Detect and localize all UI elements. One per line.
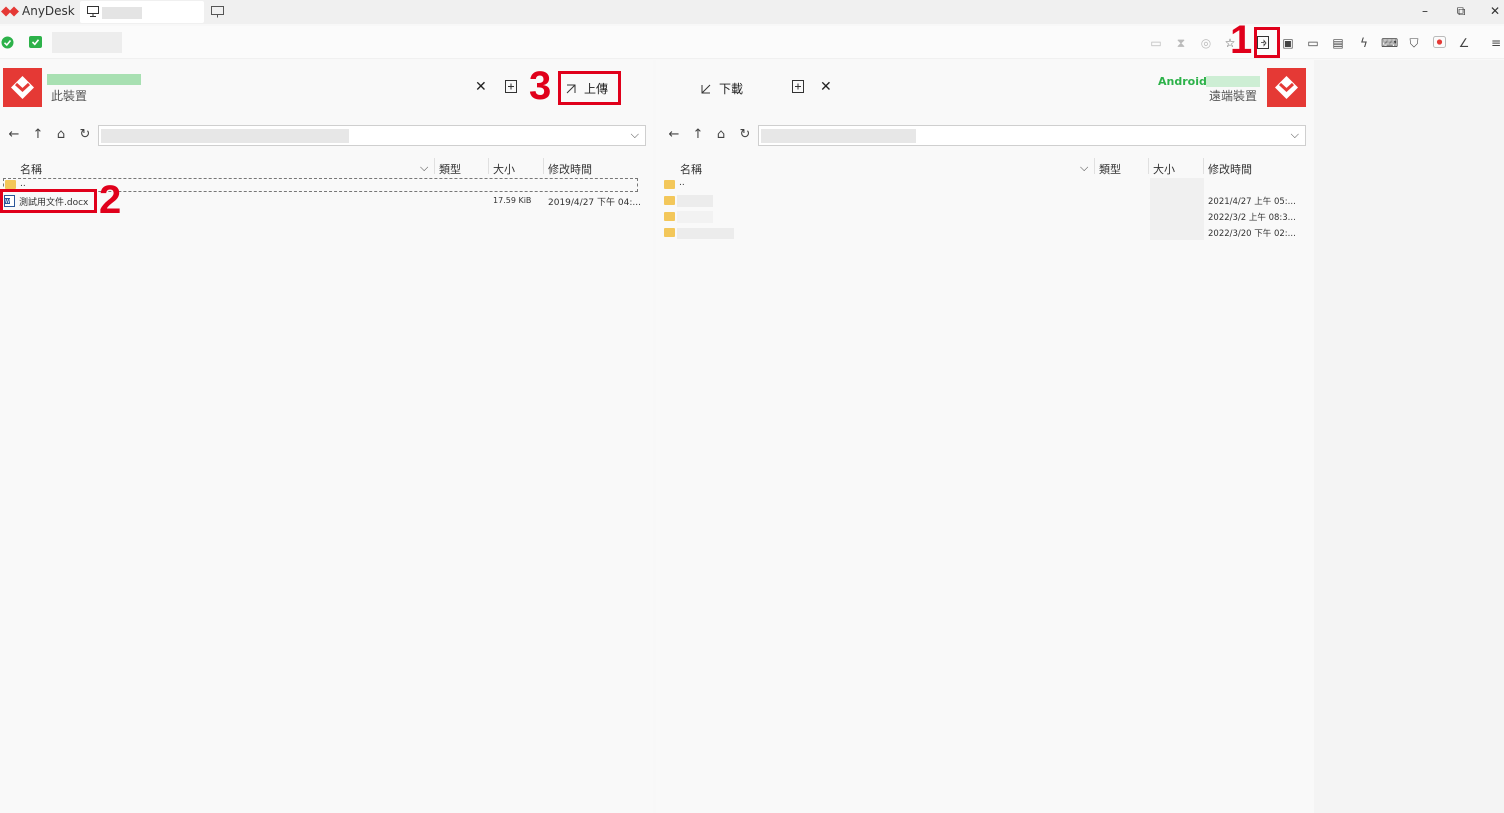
home-icon[interactable]: ⌂: [54, 127, 68, 142]
file-modified: 2019/4/27 下午 04:...: [548, 198, 641, 208]
folder-modified: 2022/3/20 下午 02:...: [1208, 229, 1296, 239]
whiteboard-pen-icon[interactable]: ∠: [1457, 36, 1471, 50]
restore-button[interactable]: ⧉: [1451, 4, 1471, 19]
folder-icon: [664, 196, 675, 205]
annotation-box-2: [0, 189, 97, 213]
chevron-down-icon[interactable]: ⌵: [631, 128, 639, 142]
folder-modified: 2021/4/27 上午 05:...: [1208, 197, 1296, 207]
session-tab[interactable]: [80, 1, 204, 23]
new-tab-icon[interactable]: [211, 6, 224, 18]
folder-icon: [664, 228, 675, 237]
column-divider[interactable]: [434, 158, 435, 174]
anydesk-download-icon: [11, 76, 34, 99]
keyboard-icon[interactable]: ⌨: [1381, 36, 1398, 50]
folder-name-redacted: [677, 228, 734, 239]
remote-col-type[interactable]: 類型: [1099, 161, 1121, 177]
remote-folder-row[interactable]: 2021/4/27 上午 05:...: [662, 194, 1302, 208]
close-window-button[interactable]: ✕: [1485, 4, 1504, 18]
local-device-name-redacted: [47, 74, 141, 85]
local-col-type[interactable]: 類型: [439, 161, 461, 177]
refresh-icon[interactable]: ↻: [78, 127, 92, 142]
remote-screen-icon[interactable]: ▭: [1149, 36, 1163, 50]
local-col-modified[interactable]: 修改時間: [548, 161, 592, 177]
local-close-button[interactable]: ✕: [475, 79, 487, 95]
remote-back-icon[interactable]: ←: [667, 127, 681, 142]
remote-device-label: 遠端裝置: [1209, 89, 1258, 103]
remote-up-icon[interactable]: ↑: [691, 127, 705, 142]
screen-info-icon[interactable]: ▣: [1281, 36, 1295, 50]
up-icon[interactable]: ↑: [31, 127, 45, 142]
remote-refresh-icon[interactable]: ↻: [738, 127, 752, 142]
remote-col-size[interactable]: 大小: [1153, 161, 1175, 177]
remote-path-redacted: [761, 129, 916, 143]
remote-id-redacted: [52, 32, 122, 53]
local-path-input[interactable]: ⌵: [98, 125, 646, 146]
anydesk-window: AnyDesk – ⧉ ✕ ▭ ⧗ ◎ ☆ ▣ ▭ ▤ ϟ ⌨ ⛉ ∠ ≡ 1: [0, 0, 1504, 813]
parent-dir-label: ..: [20, 179, 26, 189]
column-divider[interactable]: [543, 158, 544, 174]
local-sort-chevron-icon[interactable]: ⌵: [420, 161, 428, 175]
remote-folder-row[interactable]: 2022/3/20 下午 02:...: [662, 226, 1302, 240]
chat-icon[interactable]: ▤: [1331, 36, 1345, 50]
column-divider[interactable]: [1203, 158, 1204, 174]
remote-col-name[interactable]: 名稱: [680, 161, 702, 177]
remote-sort-chevron-icon[interactable]: ⌵: [1080, 161, 1088, 175]
parent-dir-label: ..: [679, 178, 685, 188]
column-divider[interactable]: [488, 158, 489, 174]
app-name: AnyDesk: [22, 4, 75, 18]
folder-name-redacted: [677, 211, 713, 223]
local-device-label: 此裝置: [51, 89, 88, 103]
anydesk-logo-icon: [1, 6, 19, 17]
folder-icon: [5, 180, 16, 189]
verified-icon: [29, 36, 42, 48]
local-device-logo: [3, 68, 42, 107]
title-bar: AnyDesk – ⧉ ✕: [0, 0, 1504, 24]
record-icon[interactable]: [1432, 36, 1446, 50]
remote-close-button[interactable]: ✕: [820, 79, 832, 95]
folder-icon: [664, 212, 675, 221]
database-icon[interactable]: ◎: [1199, 36, 1213, 50]
download-arrow-icon: [701, 84, 711, 94]
remote-path-input[interactable]: ⌵: [758, 125, 1306, 146]
monitor-icon: [87, 6, 99, 17]
local-col-name[interactable]: 名稱: [20, 161, 42, 177]
remote-col-modified[interactable]: 修改時間: [1208, 161, 1252, 177]
anydesk-download-icon: [1275, 76, 1298, 99]
download-button[interactable]: 下載: [698, 78, 748, 98]
action-lightning-icon[interactable]: ϟ: [1357, 36, 1371, 50]
remote-folder-row[interactable]: 2022/3/2 上午 08:3...: [662, 210, 1302, 224]
file-size: 17.59 KiB: [493, 196, 532, 205]
annotation-box-3: [558, 71, 621, 105]
remote-new-folder-icon[interactable]: [792, 80, 804, 93]
folder-modified: 2022/3/2 上午 08:3...: [1208, 213, 1296, 223]
column-divider[interactable]: [1094, 158, 1095, 174]
permissions-shield-icon[interactable]: ⛉: [1407, 36, 1421, 50]
remote-home-icon[interactable]: ⌂: [714, 127, 728, 142]
annotation-number-1: 1: [1230, 18, 1253, 62]
local-col-size[interactable]: 大小: [493, 161, 515, 177]
annotation-box-1: [1254, 27, 1280, 58]
local-path-redacted: [101, 129, 349, 143]
display-icon[interactable]: ▭: [1306, 36, 1320, 50]
minimize-button[interactable]: –: [1415, 4, 1435, 18]
folder-name-redacted: [677, 195, 713, 207]
hourglass-icon[interactable]: ⧗: [1174, 36, 1188, 50]
column-divider[interactable]: [1148, 158, 1149, 174]
tab-title-redacted: [102, 7, 142, 19]
annotation-number-3: 3: [529, 64, 552, 108]
download-label: 下載: [719, 82, 744, 96]
menu-icon[interactable]: ≡: [1489, 36, 1503, 50]
annotation-number-2: 2: [99, 178, 122, 222]
remote-device-logo: [1267, 68, 1306, 107]
folder-icon: [664, 180, 675, 189]
new-folder-icon[interactable]: [505, 80, 517, 93]
connection-ok-icon: [1, 36, 14, 49]
back-icon[interactable]: ←: [7, 127, 21, 142]
side-gutter: [1314, 60, 1504, 813]
remote-device-id-redacted: [1206, 76, 1260, 87]
chevron-down-icon[interactable]: ⌵: [1291, 128, 1299, 142]
remote-parent-row[interactable]: ..: [662, 178, 1302, 191]
